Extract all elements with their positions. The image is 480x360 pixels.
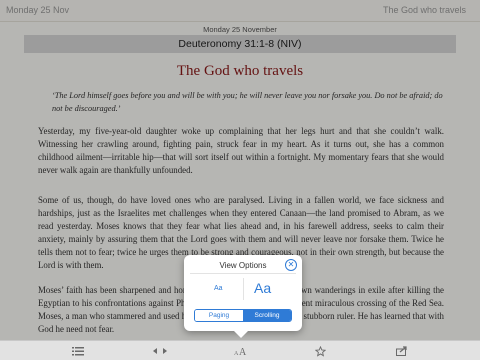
share-icon bbox=[396, 346, 407, 356]
decrease-font-button[interactable]: Aa bbox=[214, 285, 223, 292]
text-size-icon: A A bbox=[234, 347, 247, 356]
svg-text:A: A bbox=[239, 347, 247, 356]
divider bbox=[243, 278, 244, 300]
view-options-popover: View Options ✕ Aa Aa Paging Scrolling bbox=[184, 255, 302, 331]
paging-mode-option[interactable]: Paging bbox=[195, 310, 243, 321]
list-icon bbox=[72, 346, 84, 355]
divider bbox=[190, 273, 296, 274]
popover-arrow bbox=[234, 331, 248, 338]
star-icon bbox=[314, 345, 326, 357]
close-icon[interactable]: ✕ bbox=[285, 259, 297, 271]
favourite-button[interactable] bbox=[310, 343, 330, 359]
share-button[interactable] bbox=[392, 343, 412, 359]
prev-next-button[interactable] bbox=[150, 343, 170, 359]
reading-mode-segmented-control: Paging Scrolling bbox=[194, 309, 292, 322]
bottom-toolbar: A A bbox=[0, 340, 480, 360]
contents-button[interactable] bbox=[68, 343, 88, 359]
increase-font-button[interactable]: Aa bbox=[254, 280, 271, 296]
prev-next-icon bbox=[153, 348, 167, 354]
text-size-button[interactable]: A A bbox=[231, 343, 251, 359]
scrolling-mode-option[interactable]: Scrolling bbox=[243, 310, 291, 321]
